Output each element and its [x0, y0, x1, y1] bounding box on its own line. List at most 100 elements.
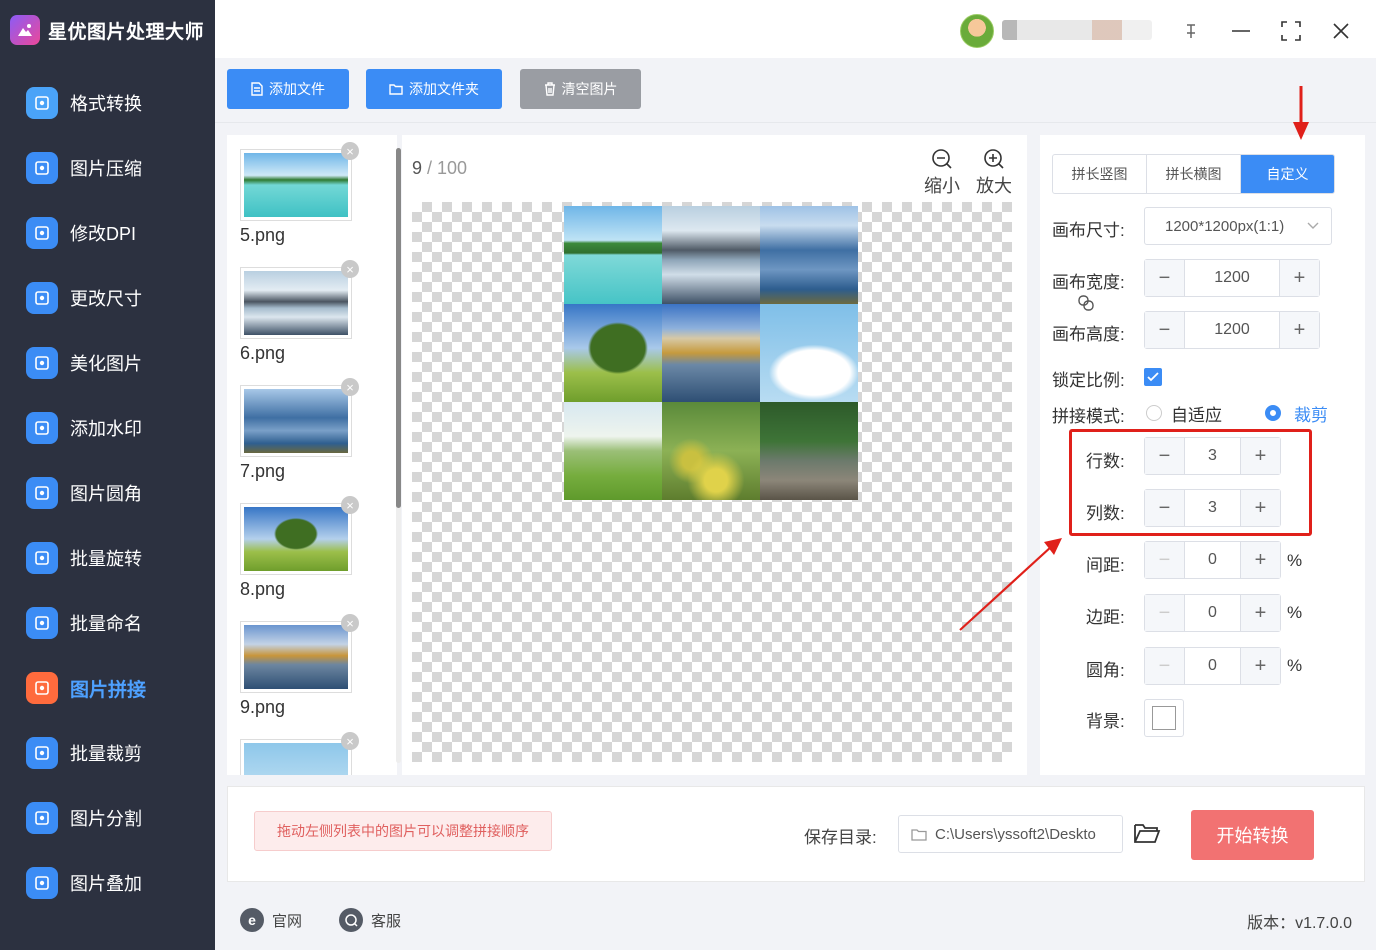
- thumbnail-item[interactable]: ×: [240, 496, 359, 575]
- sidebar-item-watermark[interactable]: 添加水印: [0, 403, 215, 453]
- remove-image-icon[interactable]: ×: [341, 496, 359, 514]
- radius-decrement[interactable]: −: [1145, 648, 1185, 684]
- margin-stepper[interactable]: − 0 +: [1144, 594, 1281, 632]
- sidebar-item-corner[interactable]: 图片圆角: [0, 468, 215, 518]
- add-file-label: 添加文件: [269, 81, 325, 97]
- collage-cell-lake-mountain: [662, 206, 760, 304]
- canvas-size-label: 画布尺寸:: [1052, 221, 1125, 240]
- canvas-size-select[interactable]: 1200*1200px(1:1): [1144, 207, 1332, 245]
- mode-adapt-label[interactable]: 自适应: [1171, 401, 1222, 426]
- image-icon: [26, 87, 58, 119]
- sidebar-item-label: 图片压缩: [70, 159, 142, 179]
- radius-stepper[interactable]: − 0 +: [1144, 647, 1281, 685]
- canvas-height-value[interactable]: 1200: [1185, 312, 1279, 348]
- sidebar-item-compress[interactable]: 图片压缩: [0, 143, 215, 193]
- canvas-width-decrement[interactable]: −: [1145, 260, 1185, 296]
- mode-crop-label[interactable]: 裁剪: [1294, 401, 1328, 426]
- sidebar-item-label: 批量命名: [70, 614, 142, 634]
- thumbnail-item[interactable]: ×: [240, 378, 359, 457]
- sidebar-item-stitch[interactable]: 图片拼接: [0, 663, 215, 713]
- thumbnail-image: [244, 507, 348, 571]
- app-logo-icon: [10, 15, 40, 45]
- remove-image-icon[interactable]: ×: [341, 378, 359, 396]
- add-folder-button[interactable]: 添加文件夹: [366, 69, 502, 109]
- sidebar-item-rename[interactable]: 批量命名: [0, 598, 215, 648]
- canvas-height-stepper[interactable]: − 1200 +: [1144, 311, 1320, 349]
- spacing-decrement[interactable]: −: [1145, 542, 1185, 578]
- layout-mode-tabs: 拼长竖图 拼长横图 自定义: [1052, 154, 1335, 194]
- link-ratio-icon[interactable]: [1076, 293, 1096, 318]
- spacing-label: 间距:: [1086, 556, 1125, 575]
- sidebar-item-resize[interactable]: 更改尺寸: [0, 273, 215, 323]
- support-link[interactable]: 客服: [339, 907, 401, 933]
- remove-image-icon[interactable]: ×: [341, 614, 359, 632]
- collage-cell-tree-field: [564, 304, 662, 402]
- remove-image-icon[interactable]: ×: [341, 142, 359, 160]
- layer-icon: [26, 867, 58, 899]
- tab-horizontal[interactable]: 拼长横图: [1147, 155, 1241, 193]
- tab-vertical[interactable]: 拼长竖图: [1053, 155, 1147, 193]
- minimize-icon[interactable]: [1224, 14, 1258, 48]
- remove-image-icon[interactable]: ×: [341, 732, 359, 750]
- sidebar-item-split[interactable]: 图片分割: [0, 793, 215, 843]
- canvas-width-stepper[interactable]: − 1200 +: [1144, 259, 1320, 297]
- app-title-text: 星优图片处理大师: [48, 21, 205, 43]
- maximize-icon[interactable]: [1274, 14, 1308, 48]
- canvas-width-increment[interactable]: +: [1279, 260, 1319, 296]
- sidebar-item-dpi[interactable]: 修改DPI: [0, 208, 215, 258]
- canvas-width-value[interactable]: 1200: [1185, 260, 1279, 296]
- sidebar-item-label: 修改DPI: [70, 224, 137, 244]
- thumbnail-item[interactable]: ×: [240, 614, 359, 693]
- zoom-in-button[interactable]: 放大: [974, 147, 1014, 198]
- clear-images-button[interactable]: 清空图片: [520, 69, 641, 109]
- image-list[interactable]: × 5.png × 6.png × 7.png × 8.png × 9.png ×: [227, 135, 397, 775]
- sidebar-item-rotate[interactable]: 批量旋转: [0, 533, 215, 583]
- chevron-down-icon: [1307, 222, 1319, 229]
- sidebar-item-label: 批量裁剪: [70, 744, 142, 764]
- collage-cell-golf: [564, 402, 662, 500]
- thumbnail-image: [244, 625, 348, 689]
- spacing-value[interactable]: 0: [1185, 542, 1240, 578]
- toolbar-divider: [215, 122, 1376, 123]
- browser-icon: e: [240, 908, 264, 932]
- tab-custom[interactable]: 自定义: [1241, 155, 1334, 193]
- thumbnail-item[interactable]: ×: [240, 142, 359, 221]
- thumbnail-item[interactable]: ×: [240, 260, 359, 339]
- sidebar-item-image[interactable]: 格式转换: [0, 78, 215, 128]
- spacing-increment[interactable]: +: [1240, 542, 1280, 578]
- sidebar-item-label: 图片圆角: [70, 484, 142, 504]
- background-color-picker[interactable]: [1144, 699, 1184, 737]
- margin-value[interactable]: 0: [1185, 595, 1240, 631]
- bottom-panel: 拖动左侧列表中的图片可以调整拼接顺序 保存目录: C:\Users\yssoft…: [227, 786, 1365, 882]
- sidebar-item-label: 更改尺寸: [70, 289, 142, 309]
- start-convert-button[interactable]: 开始转换: [1191, 810, 1314, 860]
- canvas-height-increment[interactable]: +: [1279, 312, 1319, 348]
- spacing-stepper[interactable]: − 0 +: [1144, 541, 1281, 579]
- add-file-button[interactable]: 添加文件: [227, 69, 349, 109]
- radius-value[interactable]: 0: [1185, 648, 1240, 684]
- user-avatar[interactable]: [960, 14, 994, 48]
- mode-adapt-radio[interactable]: [1146, 405, 1162, 421]
- image-list-scrollbar[interactable]: [396, 148, 401, 763]
- scrollbar-thumb[interactable]: [396, 148, 401, 508]
- mode-crop-radio[interactable]: [1265, 405, 1281, 421]
- margin-decrement[interactable]: −: [1145, 595, 1185, 631]
- sidebar-item-crop[interactable]: 批量裁剪: [0, 728, 215, 778]
- zoom-out-button[interactable]: 缩小: [922, 147, 962, 198]
- save-dir-input[interactable]: C:\Users\yssoft2\Deskto: [898, 815, 1123, 853]
- thumbnail-item[interactable]: ×: [240, 732, 359, 775]
- remove-image-icon[interactable]: ×: [341, 260, 359, 278]
- pin-icon[interactable]: [1174, 14, 1208, 48]
- lock-ratio-checkbox[interactable]: [1144, 368, 1162, 386]
- sidebar-item-label: 图片分割: [70, 809, 142, 829]
- margin-increment[interactable]: +: [1240, 595, 1280, 631]
- sidebar-item-layer[interactable]: 图片叠加: [0, 858, 215, 908]
- browse-folder-button[interactable]: [1133, 821, 1163, 849]
- reorder-hint: 拖动左侧列表中的图片可以调整拼接顺序: [254, 811, 552, 851]
- canvas-height-decrement[interactable]: −: [1145, 312, 1185, 348]
- website-link[interactable]: e 官网: [240, 907, 302, 933]
- sidebar-item-beauty[interactable]: 美化图片: [0, 338, 215, 388]
- close-icon[interactable]: [1324, 14, 1358, 48]
- radius-increment[interactable]: +: [1240, 648, 1280, 684]
- collage-preview: [564, 206, 860, 502]
